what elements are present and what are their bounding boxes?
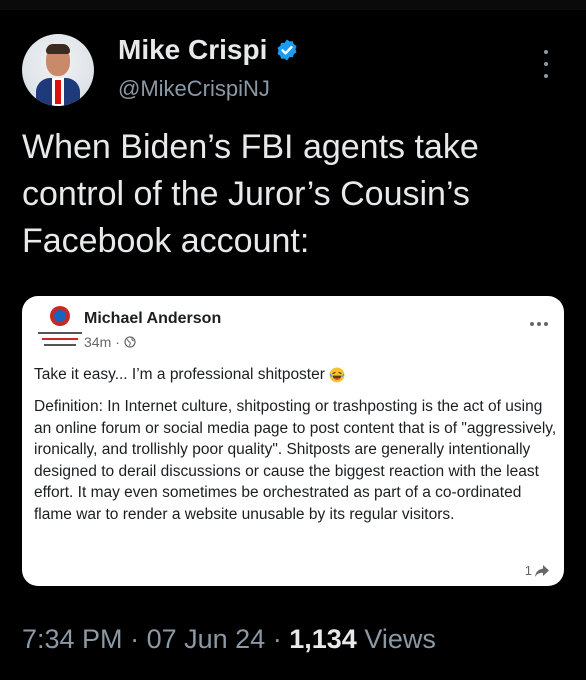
dot	[544, 74, 548, 78]
fb-post-first-line: Take it easy... I’m a professional shitp…	[34, 366, 345, 384]
logo-text-line	[42, 338, 78, 340]
author-avatar[interactable]	[22, 34, 94, 106]
share-arrow-icon	[535, 564, 549, 577]
separator: ·	[272, 624, 282, 654]
fb-post-body: Definition: In Internet culture, shitpos…	[34, 398, 557, 523]
views-label: Views	[364, 624, 436, 654]
verified-badge-icon	[277, 39, 297, 61]
fb-author-avatar	[32, 306, 88, 352]
more-horizontal-icon	[530, 322, 548, 326]
logo-center	[54, 310, 66, 322]
fb-author-name: Michael Anderson	[84, 310, 222, 327]
fb-meta-separator: ·	[115, 334, 120, 350]
laughing-emoji-icon	[329, 367, 345, 383]
logo-text-line	[38, 332, 82, 334]
globe-icon	[124, 336, 136, 348]
fb-share-count: 1	[525, 563, 550, 578]
logo-text-line	[44, 344, 76, 346]
tweet-text: When Biden’s FBI agents take control of …	[22, 128, 479, 260]
author-handle[interactable]: @MikeCrispiNJ	[118, 76, 270, 102]
fb-post-first-line-text: Take it easy... I’m a professional shitp…	[34, 366, 325, 383]
dot	[544, 322, 548, 326]
avatar-tie	[55, 80, 61, 104]
author-display-name[interactable]: Mike Crispi	[118, 34, 267, 66]
dot	[537, 322, 541, 326]
top-divider	[0, 0, 586, 10]
separator: ·	[130, 624, 140, 654]
dot	[544, 50, 548, 54]
dot	[530, 322, 534, 326]
avatar-hair	[46, 44, 70, 54]
views-count[interactable]: 1,134	[289, 624, 357, 654]
tweet-date[interactable]: 07 Jun 24	[147, 624, 266, 654]
dot	[544, 62, 548, 66]
more-vertical-icon[interactable]	[540, 50, 552, 78]
fb-share-count-value: 1	[524, 563, 532, 578]
author-name-row[interactable]: Mike Crispi	[118, 34, 299, 66]
tweet-time[interactable]: 7:34 PM	[22, 624, 123, 654]
tweet-metadata: 7:34 PM · 07 Jun 24 · 1,134 Views	[22, 624, 436, 655]
fb-time-ago: 34m	[84, 334, 112, 350]
embedded-image-card[interactable]: Michael Anderson 34m · Take it easy... I…	[22, 296, 564, 586]
fb-post-meta: 34m ·	[84, 334, 136, 350]
